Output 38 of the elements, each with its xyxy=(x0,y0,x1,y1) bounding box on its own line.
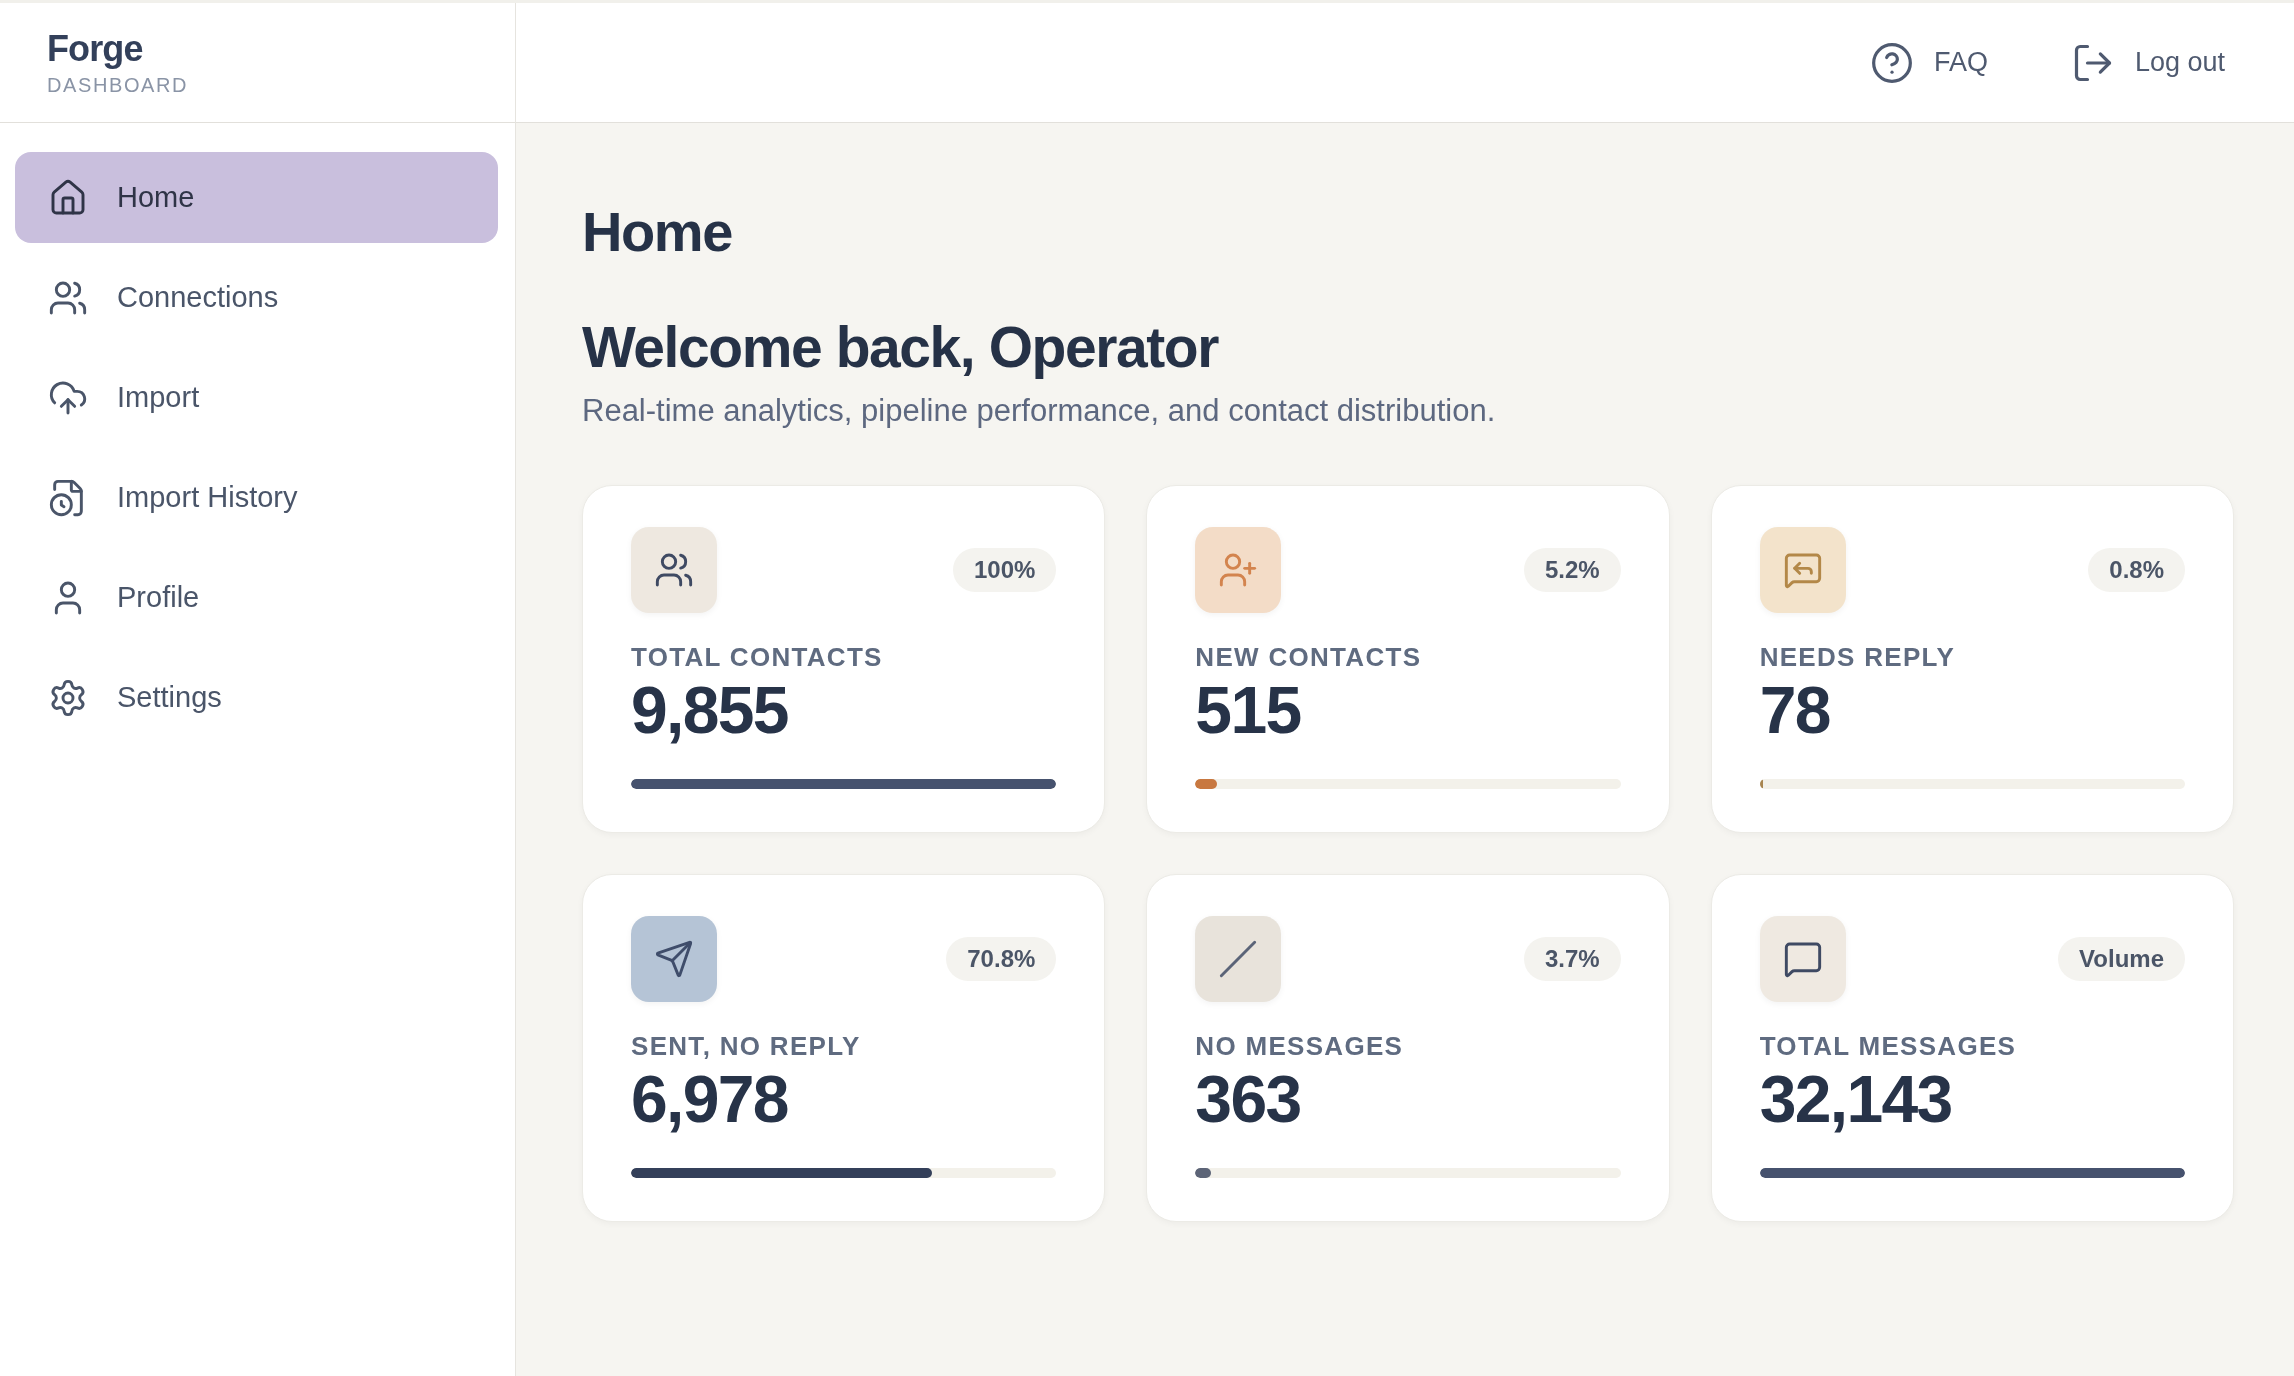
stat-value: 78 xyxy=(1759,675,1830,745)
stat-label: TOTAL MESSAGES xyxy=(1759,1031,2017,1062)
nav-item[interactable]: Import History xyxy=(15,452,498,543)
stat-badge: 0.8% xyxy=(2088,548,2185,592)
page-title: Home xyxy=(582,199,732,265)
nav-item[interactable]: Connections xyxy=(15,252,498,343)
page-description: Real-time analytics, pipeline performance, and contact distribution. xyxy=(582,393,1496,429)
stat-value: 9,855 xyxy=(631,675,788,745)
faq-link[interactable]: FAQ xyxy=(1869,40,1988,85)
stat-label: TOTAL CONTACTS xyxy=(631,642,883,673)
users-icon xyxy=(631,527,717,613)
slash-icon xyxy=(1195,916,1282,1002)
stat-value: 32,143 xyxy=(1759,1064,1952,1134)
welcome-heading: Welcome back, Operator xyxy=(582,314,1218,381)
help-icon xyxy=(1869,40,1914,85)
stat-label: NEEDS REPLY xyxy=(1759,642,1956,673)
brand-subtitle: DASHBOARD xyxy=(47,72,189,98)
nav-item[interactable]: Home xyxy=(15,152,498,243)
stat-label: NEW CONTACTS xyxy=(1195,642,1422,673)
stat-value: 363 xyxy=(1195,1064,1301,1134)
stat-badge: Volume xyxy=(2058,937,2185,981)
nav-item[interactable]: Import xyxy=(15,352,498,443)
stat-label: SENT, NO REPLY xyxy=(631,1031,861,1062)
nav-item[interactable]: Profile xyxy=(15,552,498,643)
brand-name: Forge xyxy=(47,27,143,70)
stat-badge: 3.7% xyxy=(1523,937,1621,981)
chat-bubble-icon xyxy=(1759,916,1846,1002)
stat-label: NO MESSAGES xyxy=(1195,1031,1404,1062)
stat-badge: 70.8% xyxy=(946,937,1057,981)
nav-item[interactable]: Settings xyxy=(15,652,498,743)
stat-badge: 5.2% xyxy=(1523,548,1621,592)
message-reply-icon xyxy=(1759,527,1846,613)
stat-value: 6,978 xyxy=(631,1064,788,1134)
send-icon xyxy=(631,916,717,1002)
user-plus-icon xyxy=(1195,527,1282,613)
stat-badge: 100% xyxy=(952,548,1057,592)
log-out-link[interactable]: Log out xyxy=(2070,40,2225,85)
stat-value: 515 xyxy=(1195,675,1301,745)
